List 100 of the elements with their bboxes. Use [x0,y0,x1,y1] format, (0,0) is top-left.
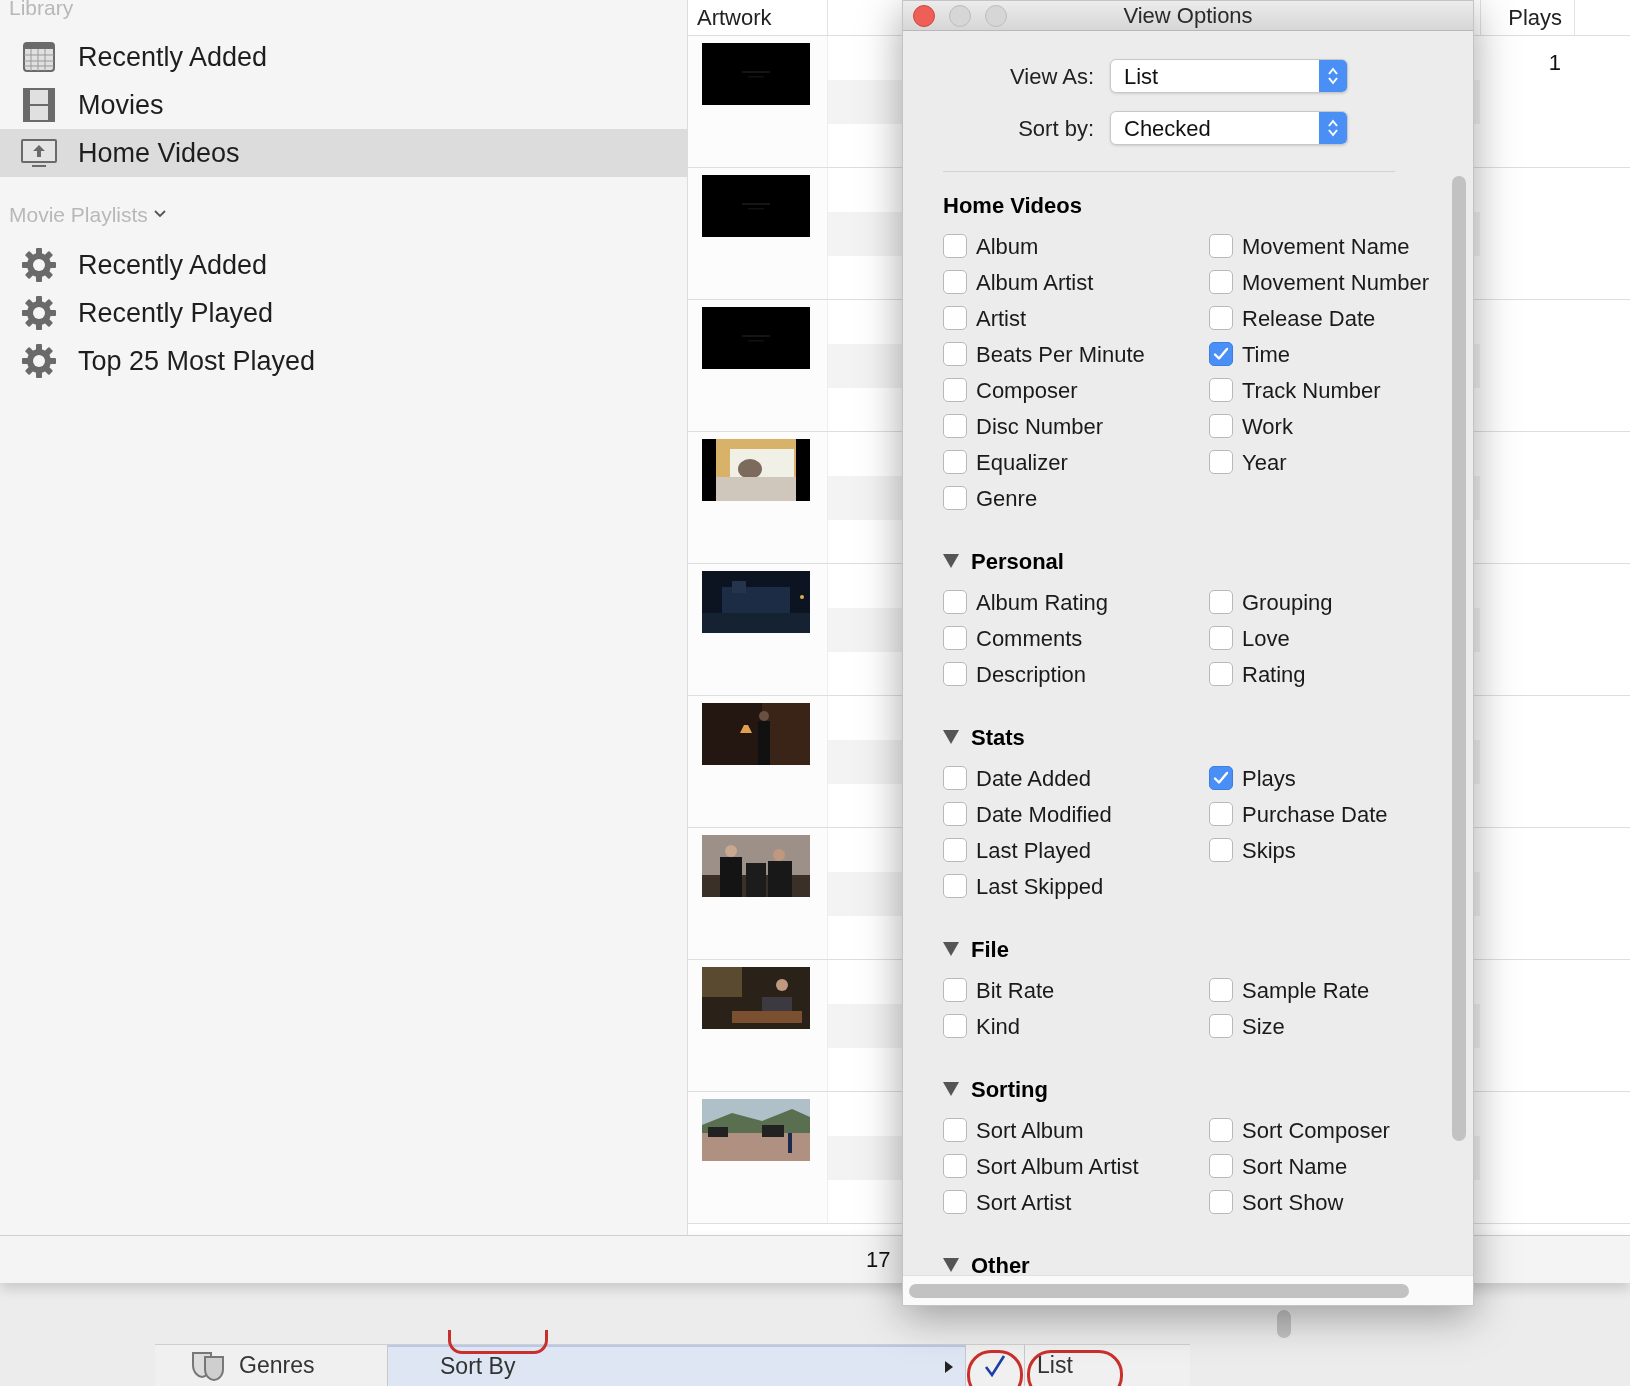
option-label: Sort Composer [1242,1116,1390,1145]
checkbox[interactable] [943,802,967,826]
gear-icon [21,343,57,379]
popup-button[interactable]: Checked [1110,111,1348,145]
checkbox[interactable] [943,626,967,650]
checkbox[interactable] [1209,414,1233,438]
close-button[interactable] [913,5,935,27]
checkbox[interactable] [943,838,967,862]
disclosure-triangle-icon[interactable] [943,1082,959,1096]
checkbox[interactable] [943,766,967,790]
section-title: Sorting [971,1075,1048,1104]
section-title: Other [971,1251,1030,1275]
checkbox[interactable] [1209,626,1233,650]
checkbox[interactable] [1209,234,1233,258]
option-label: Description [976,660,1087,689]
option-label: Album [976,232,1039,261]
column-header[interactable]: Artwork [688,0,828,35]
column-header[interactable]: Plays [1480,0,1575,35]
option-label: Album Artist [976,268,1094,297]
menu-item[interactable]: Sort By [388,1345,965,1386]
option-label: Rating [1242,660,1306,689]
option-label: Comments [976,624,1083,653]
stepper-arrows-icon [1319,60,1347,92]
scroll-thumb[interactable] [1277,1310,1291,1338]
option-label: Time [1242,340,1291,369]
field-label: Sort by: [1017,114,1095,143]
checkbox[interactable] [1209,838,1233,862]
checkbox[interactable] [943,486,967,510]
menu-item[interactable]: List [965,1345,1190,1386]
checkbox[interactable] [1209,1014,1233,1038]
checkbox[interactable] [1209,590,1233,614]
checkbox[interactable] [943,342,967,366]
theater-masks-icon [191,1350,225,1381]
option-label: Grouping [1242,588,1333,617]
checkbox[interactable] [1209,306,1233,330]
sidebar-header: Movie Playlists [9,203,148,225]
sidebar-item[interactable]: Recently Added [0,241,687,289]
sidebar-item[interactable]: Home Videos [0,129,687,177]
section-title: Stats [971,723,1025,752]
disclosure-triangle-icon[interactable] [943,554,959,568]
vertical-scrollbar[interactable] [1452,176,1466,1141]
option-label: Work [1242,412,1293,441]
checkbox[interactable] [1209,662,1233,686]
checkbox[interactable] [943,306,967,330]
option-label: Equalizer [976,448,1068,477]
checkbox[interactable] [1209,270,1233,294]
option-label: Love [1242,624,1290,653]
gear-icon [21,295,57,331]
checkbox[interactable] [943,590,967,614]
disclosure-triangle-icon[interactable] [943,730,959,744]
option-label: Disc Number [976,412,1104,441]
option-label: Last Played [976,836,1091,865]
option-label: Plays [1242,764,1296,793]
checkbox[interactable] [1209,450,1233,474]
checkbox[interactable] [1209,766,1233,790]
option-label: Date Added [976,764,1091,793]
sidebar-item[interactable]: Recently Added [0,33,687,81]
checkbox[interactable] [943,1190,967,1214]
popup-button[interactable]: List [1110,59,1348,93]
checkbox[interactable] [943,1154,967,1178]
checkbox[interactable] [943,414,967,438]
monitor-upload-icon [20,138,58,168]
option-label: Last Skipped [976,872,1104,901]
check-icon [1213,770,1229,786]
checkbox[interactable] [943,1014,967,1038]
checkbox[interactable] [943,978,967,1002]
checkbox[interactable] [943,450,967,474]
table-cell-text: 1 [1548,49,1561,77]
checkbox[interactable] [943,1118,967,1142]
chevron-down-icon[interactable] [153,210,166,218]
checkbox[interactable] [1209,378,1233,402]
option-label: Sort Name [1242,1152,1348,1181]
option-label: Sort Album Artist [976,1152,1139,1181]
sidebar-item[interactable]: Movies [0,81,687,129]
checkbox[interactable] [943,270,967,294]
option-label: Skips [1242,836,1296,865]
option-label: Beats Per Minute [976,340,1145,369]
checkbox[interactable] [1209,802,1233,826]
sidebar-item[interactable]: Top 25 Most Played [0,337,687,385]
checkbox[interactable] [943,378,967,402]
field-label: View As: [1009,62,1095,91]
horizontal-scrollbar[interactable] [909,1283,1409,1298]
option-label: Release Date [1242,304,1376,333]
checkbox[interactable] [1209,342,1233,366]
checkbox[interactable] [1209,1154,1233,1178]
checkbox[interactable] [1209,1190,1233,1214]
window-title: View Options [1123,2,1253,30]
checkbox[interactable] [1209,1118,1233,1142]
sidebar-item[interactable]: Recently Played [0,289,687,337]
menu-item[interactable]: Genres [155,1345,388,1386]
disclosure-triangle-icon[interactable] [943,942,959,956]
minimize-button[interactable] [949,5,971,27]
checkbox[interactable] [943,662,967,686]
gear-icon [21,247,57,283]
calendar-icon [22,40,56,74]
checkbox[interactable] [943,874,967,898]
zoom-button[interactable] [985,5,1007,27]
checkbox[interactable] [1209,978,1233,1002]
disclosure-triangle-icon[interactable] [943,1258,959,1272]
checkbox[interactable] [943,234,967,258]
